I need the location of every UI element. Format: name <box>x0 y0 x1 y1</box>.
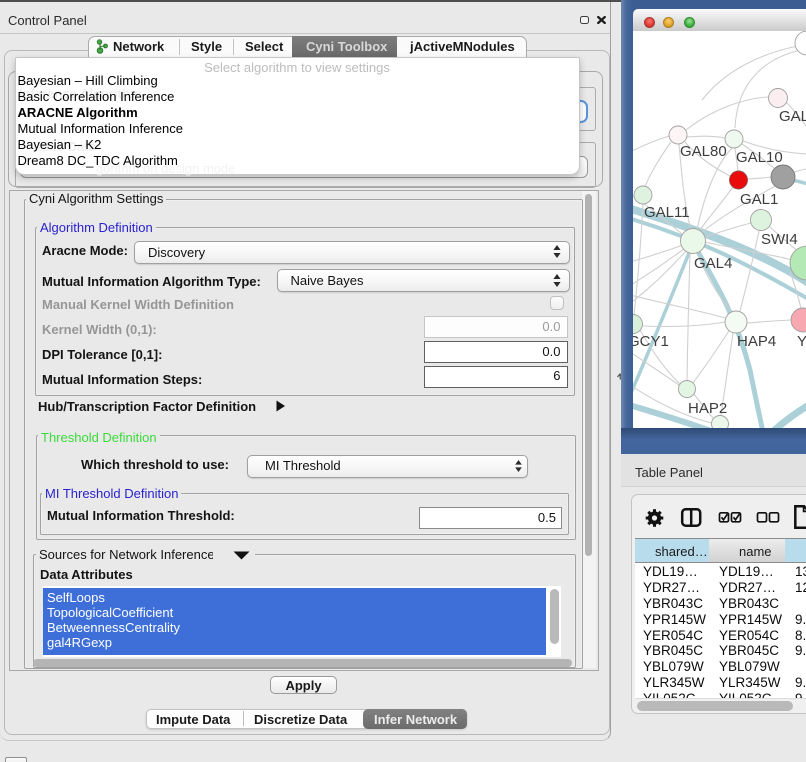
svg-text:GAL1: GAL1 <box>740 191 778 208</box>
svg-text:GAL4: GAL4 <box>694 255 732 272</box>
svg-text:SWI4: SWI4 <box>761 231 798 248</box>
svg-text:GAL10: GAL10 <box>736 149 783 166</box>
svg-text:Y: Y <box>797 333 806 350</box>
svg-text:GAL11: GAL11 <box>644 204 690 221</box>
svg-text:GCY1: GCY1 <box>633 333 669 350</box>
svg-text:GAL80: GAL80 <box>680 143 727 160</box>
svg-text:GAL7: GAL7 <box>779 108 806 125</box>
svg-text:HAP2: HAP2 <box>688 400 727 417</box>
svg-text:HAP4: HAP4 <box>737 333 776 350</box>
